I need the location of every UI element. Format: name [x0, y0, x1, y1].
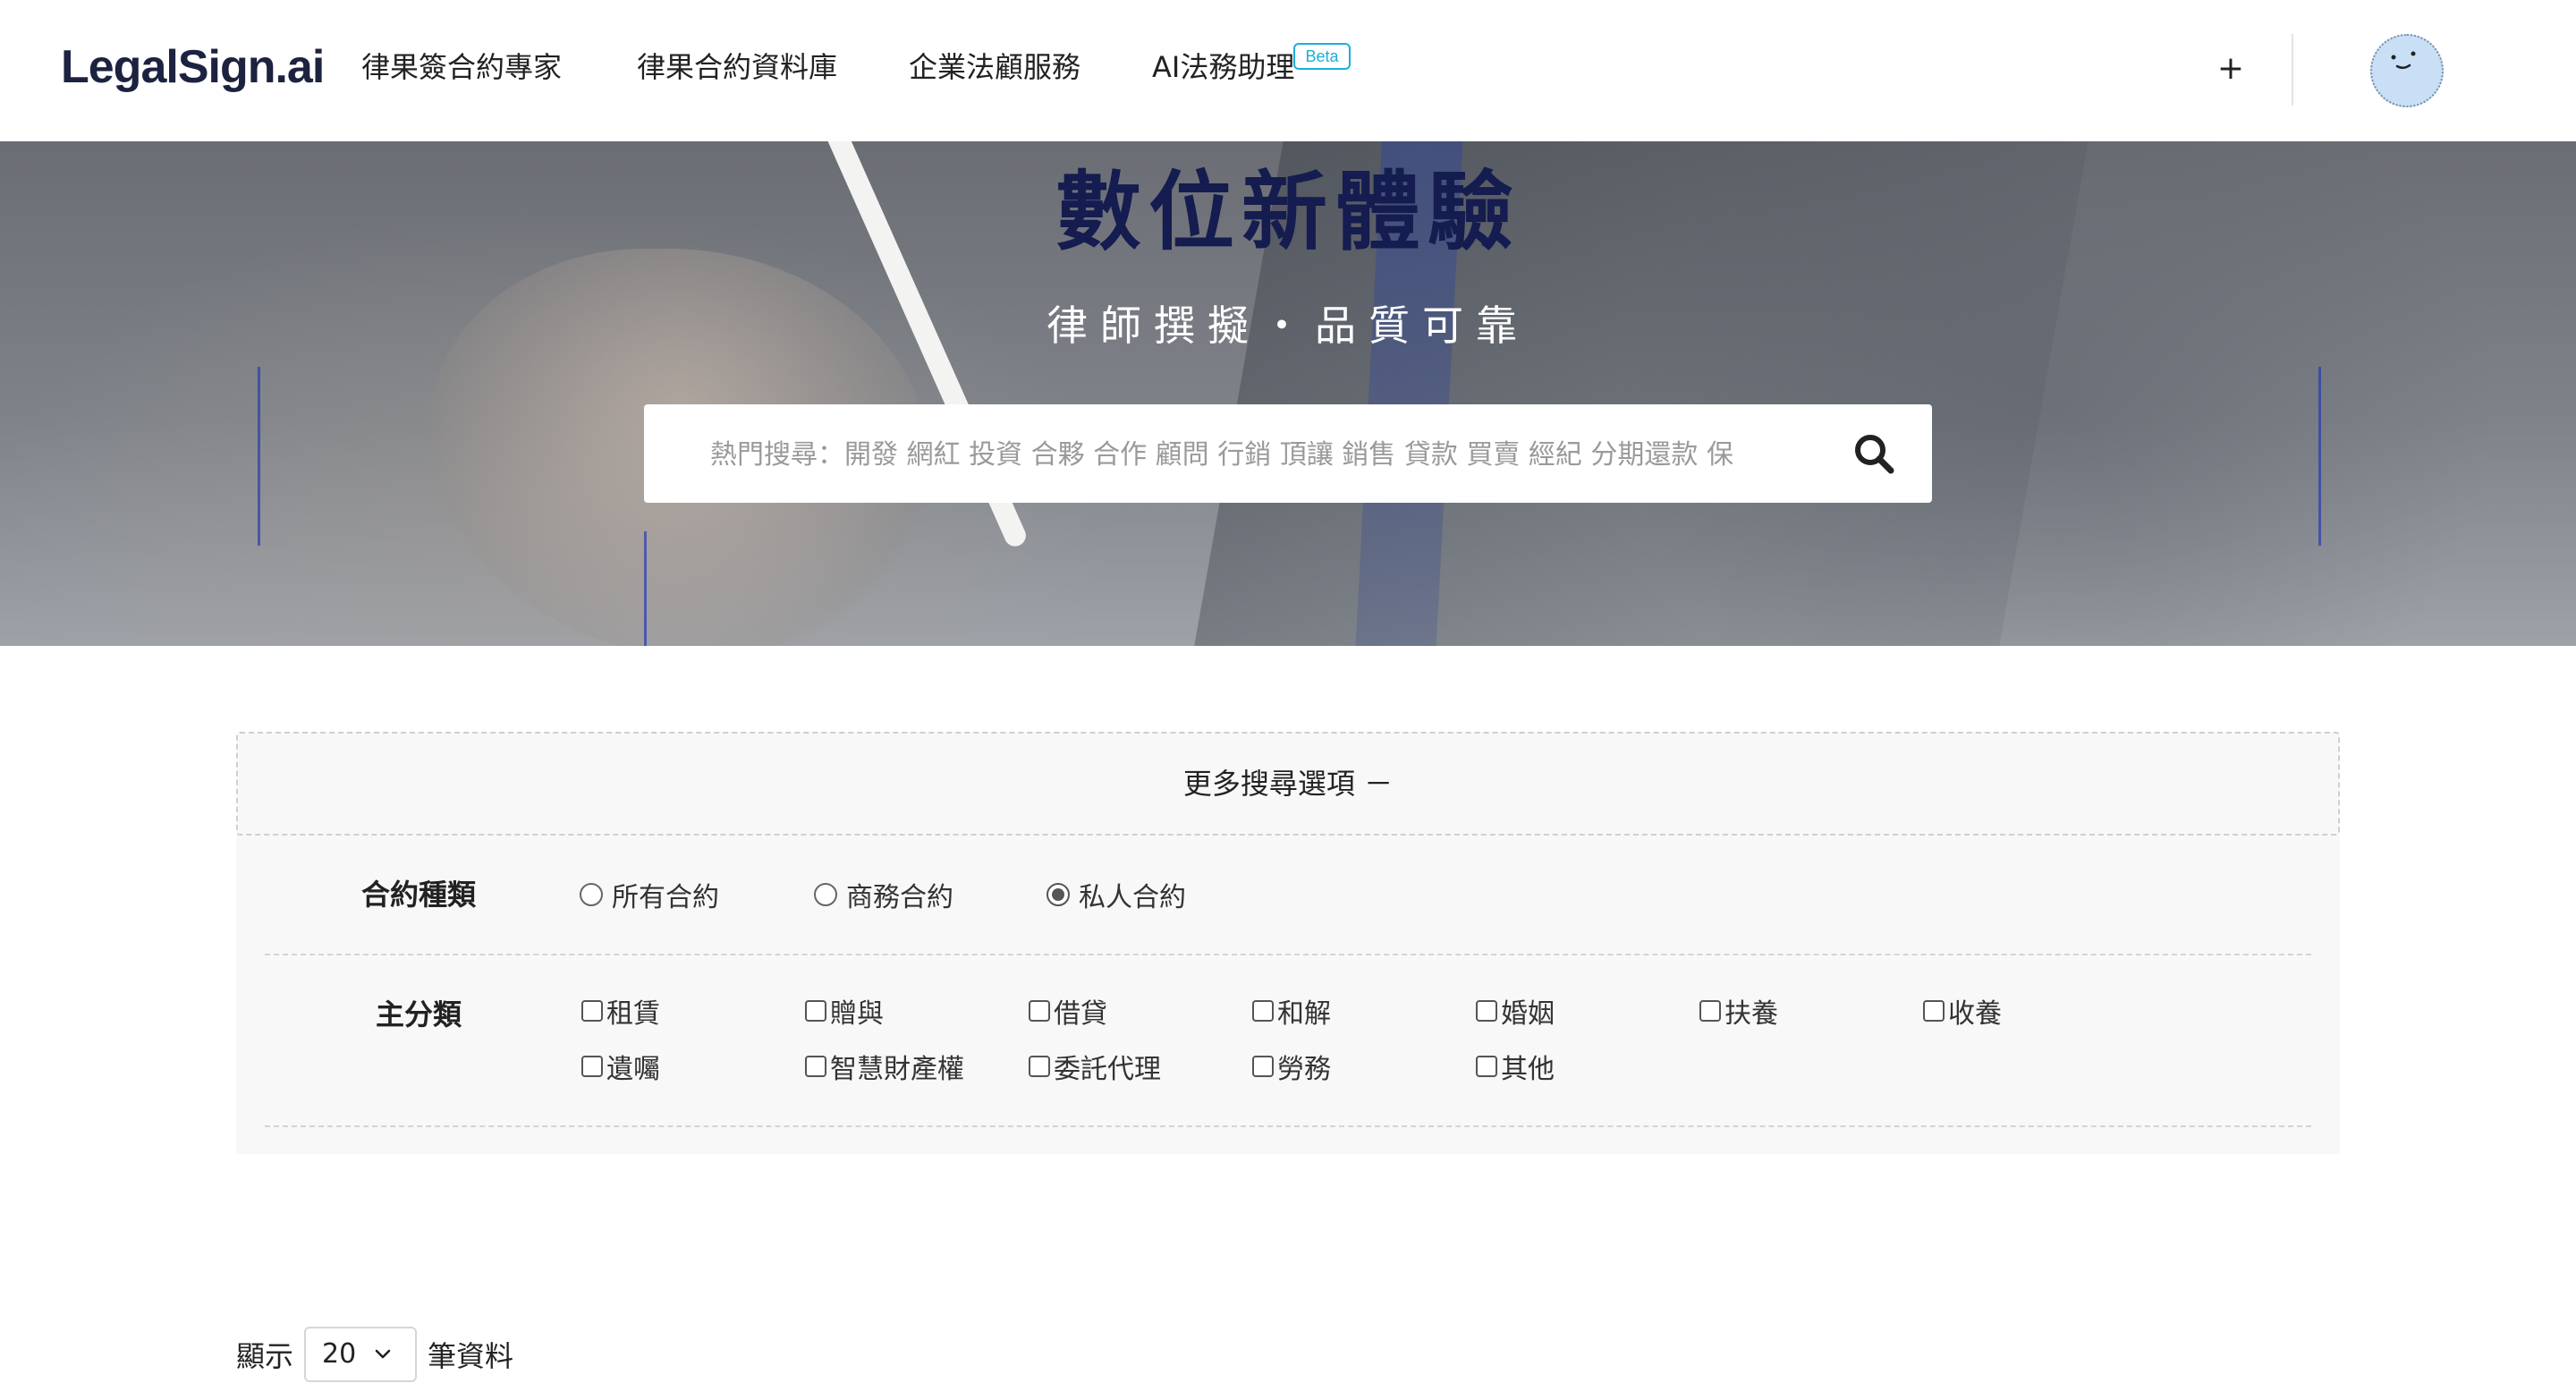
- logo[interactable]: LegalSign.ai: [61, 36, 325, 98]
- radio-all-contracts[interactable]: 所有合約: [580, 875, 719, 914]
- radio-label: 私人合約: [1079, 882, 1186, 913]
- checkbox-adoption[interactable]: 收養: [1923, 993, 2002, 1030]
- checkbox-box: [805, 1000, 826, 1022]
- filter-panel: 合約種類 所有合約 商務合約 私人合約 主分類 租賃 贈與 借貸 和解 婚姻 扶…: [236, 836, 2340, 1154]
- avatar[interactable]: [2370, 34, 2444, 107]
- nav-item-contract-database[interactable]: 律果合約資料庫: [637, 45, 837, 89]
- row-divider: [265, 954, 2311, 955]
- checkbox-box: [1252, 1000, 1274, 1022]
- hero-accent-line: [258, 367, 260, 546]
- checkbox-label: 贈與: [830, 998, 884, 1030]
- checkbox-box: [1029, 1000, 1050, 1022]
- search-icon: [1855, 435, 1894, 474]
- checkbox-label: 和解: [1277, 998, 1331, 1030]
- checkbox-gift[interactable]: 贈與: [805, 993, 884, 1030]
- top-header: LegalSign.ai 律果簽合約專家 律果合約資料庫 企業法顧服務 AI法務…: [0, 0, 2576, 141]
- checkbox-box: [581, 1000, 603, 1022]
- checkbox-loan[interactable]: 借貸: [1029, 993, 1107, 1030]
- show-label: 顯示: [236, 1339, 294, 1373]
- row-divider: [265, 1125, 2311, 1127]
- checkbox-ip[interactable]: 智慧財產權: [805, 1048, 964, 1085]
- radio-business-contracts[interactable]: 商務合約: [814, 875, 953, 914]
- checkbox-label: 借貸: [1054, 998, 1107, 1030]
- checkbox-box: [581, 1056, 603, 1077]
- checkbox-box: [1029, 1056, 1050, 1077]
- checkbox-box: [1252, 1056, 1274, 1077]
- checkbox-support[interactable]: 扶養: [1699, 993, 1778, 1030]
- checkbox-will[interactable]: 遺囑: [581, 1048, 660, 1085]
- nav-item-contract-expert[interactable]: 律果簽合約專家: [361, 45, 562, 89]
- checkbox-labor[interactable]: 勞務: [1252, 1048, 1331, 1085]
- checkbox-label: 委託代理: [1054, 1054, 1161, 1085]
- header-divider: [2292, 34, 2293, 106]
- radio-indicator: [580, 883, 603, 906]
- checkbox-label: 租賃: [606, 998, 660, 1030]
- checkbox-box: [1699, 1000, 1721, 1022]
- checkbox-marriage[interactable]: 婚姻: [1476, 993, 1555, 1030]
- radio-indicator-checked: [1046, 883, 1070, 906]
- avatar-face-icon: [2391, 51, 2416, 69]
- checkbox-label: 其他: [1501, 1054, 1555, 1085]
- search-input[interactable]: [710, 428, 1801, 481]
- checkbox-label: 收養: [1948, 998, 2002, 1030]
- search-button[interactable]: [1850, 429, 1898, 478]
- more-search-options-toggle[interactable]: 更多搜尋選項 －: [236, 732, 2340, 836]
- hero-accent-line: [2318, 367, 2321, 546]
- main-category-label: 主分類: [376, 997, 462, 1031]
- contract-type-label: 合約種類: [361, 878, 477, 912]
- checkbox-label: 婚姻: [1501, 998, 1555, 1030]
- hero-title: 數位新體驗: [1055, 162, 1521, 262]
- records-label: 筆資料: [428, 1339, 514, 1373]
- radio-private-contracts[interactable]: 私人合約: [1046, 875, 1186, 914]
- checkbox-settlement[interactable]: 和解: [1252, 993, 1331, 1030]
- checkbox-agency[interactable]: 委託代理: [1029, 1048, 1161, 1085]
- page-size-select[interactable]: 20: [304, 1327, 418, 1382]
- hero-accent-line: [644, 531, 647, 646]
- nav-item-legal-advisory[interactable]: 企業法顧服務: [909, 45, 1080, 89]
- radio-label: 所有合約: [612, 882, 719, 913]
- hero-subtitle: 律師撰擬・品質可靠: [1046, 301, 1530, 350]
- radio-label: 商務合約: [846, 882, 953, 913]
- nav-item-ai-assistant[interactable]: AI法務助理: [1152, 45, 1294, 89]
- hero-banner: 數位新體驗 律師撰擬・品質可靠: [0, 141, 2576, 646]
- search-bar: [644, 404, 1932, 503]
- radio-indicator: [814, 883, 837, 906]
- checkbox-box: [1476, 1000, 1497, 1022]
- checkbox-rental[interactable]: 租賃: [581, 993, 660, 1030]
- checkbox-label: 遺囑: [606, 1054, 660, 1085]
- add-button[interactable]: +: [2215, 47, 2247, 91]
- checkbox-box: [805, 1056, 826, 1077]
- chevron-down-icon: [375, 1349, 391, 1359]
- checkbox-box: [1476, 1056, 1497, 1077]
- checkbox-box: [1923, 1000, 1945, 1022]
- checkbox-label: 扶養: [1724, 998, 1778, 1030]
- page-size-value: 20: [322, 1338, 357, 1370]
- checkbox-other[interactable]: 其他: [1476, 1048, 1555, 1085]
- beta-badge: Beta: [1293, 43, 1351, 70]
- page-size-control: 顯示 20 筆資料: [236, 1326, 513, 1383]
- checkbox-label: 勞務: [1277, 1054, 1331, 1085]
- checkbox-label: 智慧財產權: [830, 1054, 964, 1085]
